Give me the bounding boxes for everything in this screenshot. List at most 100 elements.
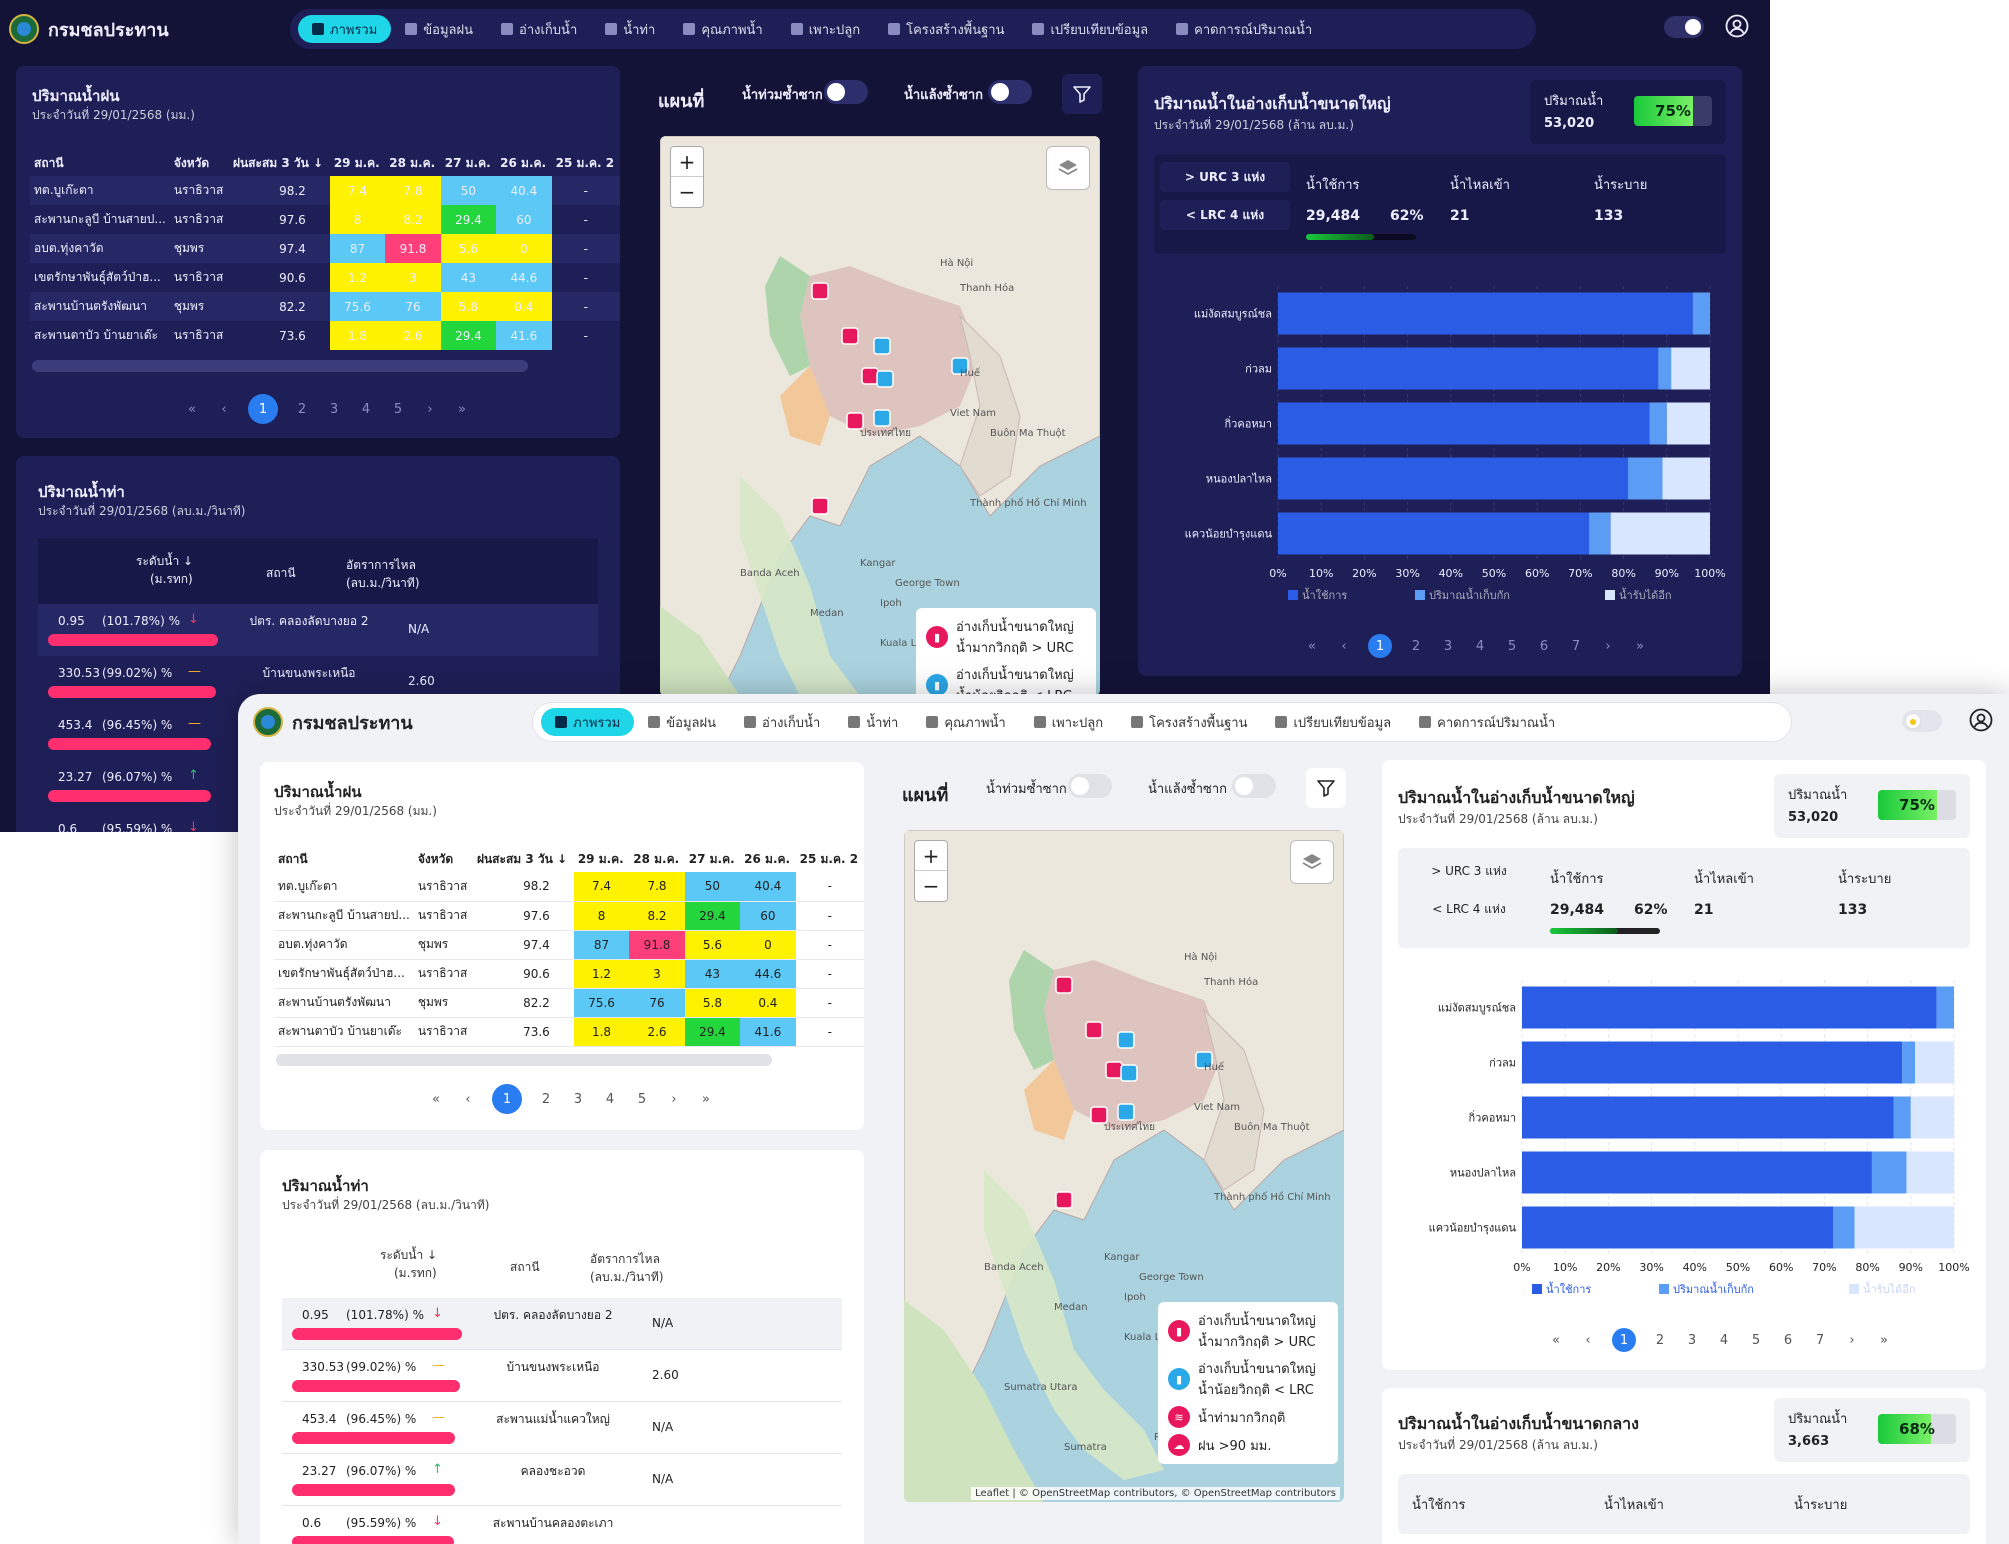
page-button[interactable]: 2	[1408, 639, 1424, 654]
bar-segment[interactable]	[1649, 402, 1667, 445]
critical-high-marker[interactable]	[861, 367, 879, 385]
column-header[interactable]: ฝนสะสม 3 วัน ↓	[229, 150, 330, 176]
bar-segment[interactable]	[1522, 1041, 1903, 1084]
drought-toggle[interactable]	[988, 80, 1032, 104]
page-button[interactable]: 6	[1536, 639, 1552, 654]
critical-low-marker[interactable]	[1120, 1064, 1138, 1082]
bar-segment[interactable]	[1902, 1041, 1916, 1084]
column-header[interactable]: ระดับน้ำ ↓	[136, 552, 193, 571]
table-row[interactable]: 23.27 (96.07%) % ↑ คลองชะอวด N/A	[282, 1454, 842, 1506]
bar-segment[interactable]	[1627, 457, 1663, 500]
lrc-button[interactable]: < LRC 4 แห่ง	[1404, 894, 1534, 924]
critical-low-marker[interactable]	[873, 409, 891, 427]
urc-button[interactable]: > URC 3 แห่ง	[1160, 162, 1290, 192]
nav-item[interactable]: เพาะปลูก	[777, 15, 874, 43]
bar-segment[interactable]	[1915, 1041, 1954, 1084]
page-button[interactable]: »	[698, 1092, 714, 1107]
page-button[interactable]: 3	[326, 402, 342, 417]
map[interactable]: Hà Nội Thanh Hóa Huế Viet Nam Buôn Ma Thuột T…	[660, 136, 1100, 696]
table-row[interactable]: ทต.บูเก๊ะตา นราธิวาส 98.2 7.4 7.8 50 40.4-	[274, 872, 864, 902]
bar-segment[interactable]	[1589, 512, 1611, 555]
nav-item[interactable]: คุณภาพน้ำ	[912, 708, 1019, 736]
layers-button[interactable]	[1046, 146, 1090, 190]
legend-label[interactable]: ปริมาณน้ำเก็บกัก	[1673, 1281, 1754, 1296]
bar-segment[interactable]	[1893, 1096, 1911, 1139]
legend-label[interactable]: น้ำรับได้อีก	[1619, 587, 1672, 602]
bar-segment[interactable]	[1854, 1206, 1954, 1249]
bar-segment[interactable]	[1936, 986, 1954, 1029]
table-scrollbar[interactable]	[32, 360, 528, 372]
page-button[interactable]: »	[1632, 639, 1648, 654]
bar-segment[interactable]	[1906, 1151, 1954, 1194]
critical-low-marker[interactable]	[876, 370, 894, 388]
table-row[interactable]: อบต.ทุ่งคาวัด ชุมพร 97.4 87 91.8 5.6 0-	[274, 930, 864, 960]
theme-toggle[interactable]	[1902, 710, 1942, 732]
bar-segment[interactable]	[1833, 1206, 1855, 1249]
page-button[interactable]: 3	[570, 1092, 586, 1107]
zoom-out-button[interactable]: −	[671, 177, 703, 207]
critical-high-marker[interactable]	[1055, 976, 1073, 994]
critical-high-marker[interactable]	[811, 282, 829, 300]
critical-high-marker[interactable]	[811, 497, 829, 515]
column-header[interactable]: ระดับน้ำ ↓	[380, 1246, 437, 1265]
nav-item[interactable]: ภาพรวม	[541, 708, 635, 736]
bar-segment[interactable]	[1522, 1151, 1872, 1194]
bar-segment[interactable]	[1278, 457, 1628, 500]
page-button[interactable]: 5	[634, 1092, 650, 1107]
page-button[interactable]: 1	[1612, 1328, 1636, 1352]
nav-item[interactable]: ข้อมูลฝน	[634, 708, 730, 736]
nav-item[interactable]: เปรียบเทียบข้อมูล	[1018, 15, 1162, 43]
bar-segment[interactable]	[1910, 1096, 1954, 1139]
bar-segment[interactable]	[1522, 986, 1937, 1029]
page-button[interactable]: 4	[602, 1092, 618, 1107]
nav-item[interactable]: คาดการณ์ปริมาณน้ำ	[1405, 708, 1569, 736]
bar-segment[interactable]	[1278, 347, 1659, 390]
page-button[interactable]: 1	[248, 394, 278, 424]
page-button[interactable]: ‹	[216, 402, 232, 417]
page-button[interactable]: 1	[492, 1084, 522, 1114]
zoom-in-button[interactable]: +	[915, 841, 947, 871]
critical-high-marker[interactable]	[841, 327, 859, 345]
page-button[interactable]: ‹	[460, 1092, 476, 1107]
lrc-button[interactable]: < LRC 4 แห่ง	[1160, 200, 1290, 230]
bar-segment[interactable]	[1871, 1151, 1907, 1194]
table-scrollbar[interactable]	[276, 1054, 772, 1066]
table-row[interactable]: เขตรักษาพันธุ์สัตว์ป่าฮ... นราธิวาส 90.6 1.…	[274, 959, 864, 989]
page-button[interactable]: 3	[1684, 1333, 1700, 1348]
legend-label[interactable]: น้ำรับได้อีก	[1863, 1281, 1916, 1296]
page-button[interactable]: 2	[1652, 1333, 1668, 1348]
bar-segment[interactable]	[1692, 292, 1710, 335]
page-button[interactable]: «	[1548, 1333, 1564, 1348]
bar-segment[interactable]	[1278, 402, 1650, 445]
table-row[interactable]: สะพานบ้านตรังพัฒนา ชุมพร 82.2 75.6 76 5.8 0.4-	[30, 292, 620, 321]
page-button[interactable]: 1	[1368, 634, 1392, 658]
user-icon[interactable]	[1969, 708, 1993, 732]
critical-high-marker[interactable]	[1085, 1021, 1103, 1039]
table-row[interactable]: 453.4 (96.45%) % — สะพานแม่น้ำแควใหญ่ N/A	[282, 1402, 842, 1454]
bar-segment[interactable]	[1522, 1206, 1834, 1249]
page-button[interactable]: 7	[1812, 1333, 1828, 1348]
zoom-in-button[interactable]: +	[671, 147, 703, 177]
table-row[interactable]: อบต.ทุ่งคาวัด ชุมพร 97.4 87 91.8 5.6 0-	[30, 234, 620, 263]
page-button[interactable]: 2	[294, 402, 310, 417]
nav-item[interactable]: อ่างเก็บน้ำ	[730, 708, 834, 736]
page-button[interactable]: 4	[1472, 639, 1488, 654]
page-button[interactable]: »	[454, 402, 470, 417]
nav-item[interactable]: ภาพรวม	[298, 15, 392, 43]
bar-segment[interactable]	[1278, 292, 1693, 335]
critical-high-marker[interactable]	[1105, 1061, 1123, 1079]
page-button[interactable]: 4	[1716, 1333, 1732, 1348]
page-button[interactable]: 6	[1780, 1333, 1796, 1348]
table-row[interactable]: สะพานกะลูบี บ้านสายป... นราธิวาส 97.6 8 8.2 2…	[30, 205, 620, 234]
theme-toggle[interactable]	[1664, 16, 1704, 38]
page-button[interactable]: ›	[1844, 1333, 1860, 1348]
legend-label[interactable]: น้ำใช้การ	[1302, 587, 1347, 602]
critical-high-marker[interactable]	[1055, 1191, 1073, 1209]
layers-button[interactable]	[1290, 840, 1334, 884]
page-button[interactable]: 5	[390, 402, 406, 417]
page-button[interactable]: «	[1304, 639, 1320, 654]
nav-item[interactable]: เพาะปลูก	[1020, 708, 1117, 736]
page-button[interactable]: «	[184, 402, 200, 417]
nav-item[interactable]: เปรียบเทียบข้อมูล	[1261, 708, 1405, 736]
column-header[interactable]: ฝนสะสม 3 วัน ↓	[473, 846, 574, 872]
